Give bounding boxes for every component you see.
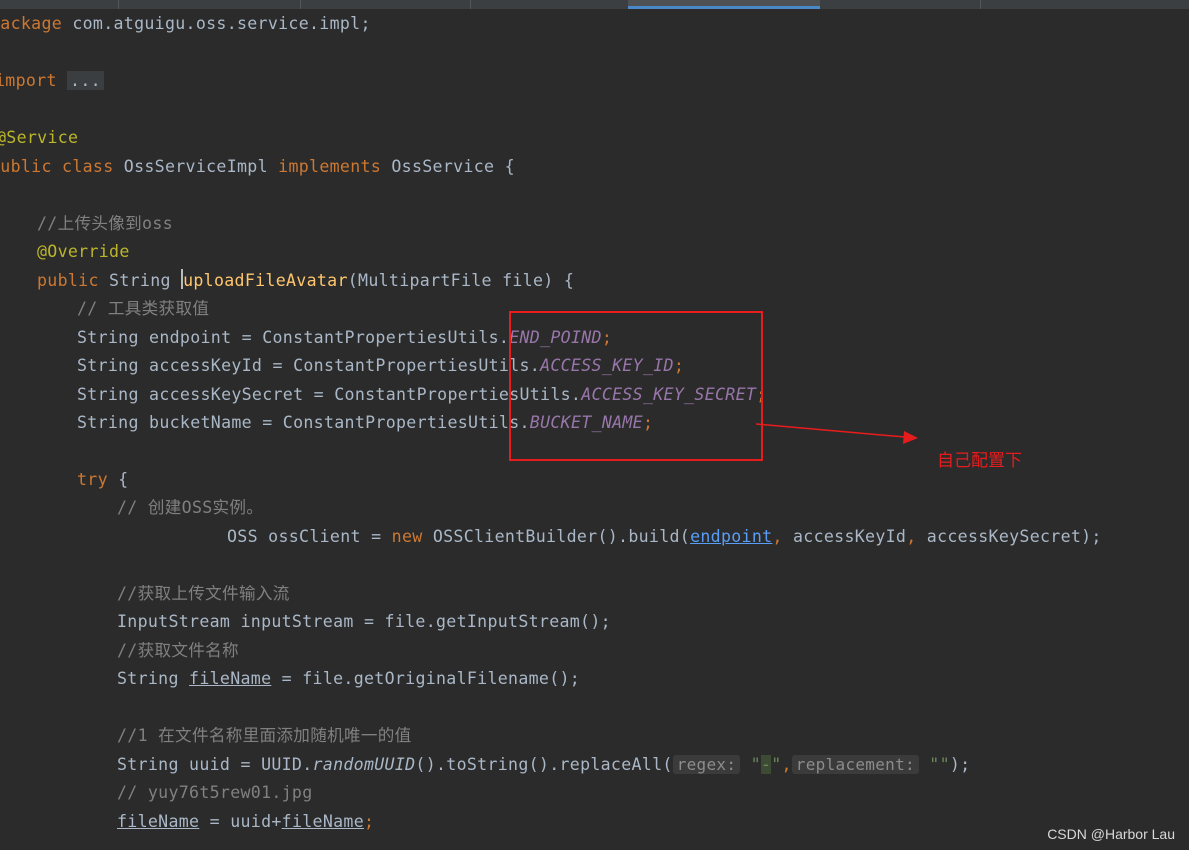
annotation-note: 自己配置下	[937, 451, 1022, 471]
arrow-icon	[755, 423, 918, 444]
watermark: CSDN @Harbor Lau	[1047, 826, 1175, 842]
